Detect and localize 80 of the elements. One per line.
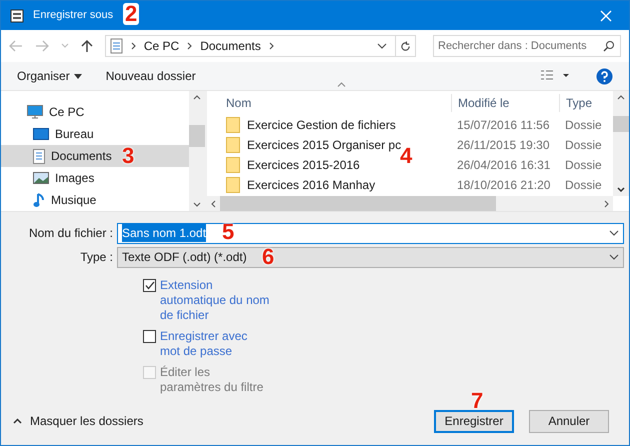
table-cell-text: Dossie xyxy=(564,157,603,174)
scrollbar-thumb[interactable] xyxy=(613,116,629,132)
navigation-item[interactable]: Images xyxy=(1,167,189,189)
save-document-icon xyxy=(9,8,25,24)
chevron-up-icon xyxy=(13,418,22,424)
chevron-icon xyxy=(130,42,136,50)
up-icon[interactable] xyxy=(80,39,93,53)
field-label: Nom du fichier : xyxy=(28,225,114,242)
scroll-up-icon[interactable] xyxy=(617,95,625,100)
folder-icon xyxy=(226,117,240,133)
table-cell-text: Dossie xyxy=(564,177,603,194)
new-folder-button[interactable]: Nouveau dossier xyxy=(106,67,196,85)
sort-ascending-icon xyxy=(337,82,346,87)
organize-menu-button[interactable]: Organiser xyxy=(17,67,82,85)
address-bar[interactable]: Ce PC Documents xyxy=(104,35,416,57)
window-title: Enregistrer sous xyxy=(33,8,114,24)
column-header[interactable]: Type xyxy=(559,94,607,112)
chevron-icon xyxy=(187,42,192,50)
field-label: Type : xyxy=(79,249,114,266)
table-cell-text: 26/11/2015 19:30 xyxy=(456,137,551,154)
folder-icon xyxy=(226,137,240,153)
scroll-left-icon[interactable] xyxy=(211,200,216,208)
table-cell-text: 18/10/2016 21:20 xyxy=(456,177,552,194)
dropdown-caret-icon[interactable] xyxy=(377,43,387,49)
annotation-number: 2 xyxy=(123,3,140,25)
annotation-number: 4 xyxy=(400,145,412,167)
music-note-icon xyxy=(33,192,45,208)
annotation-number: 5 xyxy=(222,221,234,243)
dropdown-caret-icon[interactable] xyxy=(609,254,619,260)
dropdown-caret-icon[interactable] xyxy=(609,230,619,236)
annotation-number: 3 xyxy=(122,145,134,167)
caret-icon xyxy=(74,74,82,78)
checkbox-label[interactable]: Enregistrer avec mot de passe xyxy=(160,329,270,359)
file-name[interactable]: Exercices 2015 Organiser pc xyxy=(247,136,402,154)
cancel-button[interactable]: Annuler xyxy=(529,410,609,432)
column-header[interactable]: Nom xyxy=(207,94,451,112)
search-field[interactable]: Rechercher dans : Documents xyxy=(433,35,621,57)
folder-icon xyxy=(226,177,240,193)
annotation-number: 6 xyxy=(262,246,274,268)
folder-icon xyxy=(226,157,240,173)
checkbox-label: Éditer les paramètres du filtre xyxy=(160,365,264,395)
document-icon xyxy=(33,148,45,164)
close-icon xyxy=(600,10,612,22)
scroll-right-icon[interactable] xyxy=(604,200,609,208)
scroll-down-icon[interactable] xyxy=(617,187,625,192)
scroll-down-icon[interactable] xyxy=(193,202,201,207)
image-icon xyxy=(33,172,49,184)
file-name[interactable]: Exercices 2016 Manhay xyxy=(247,176,376,194)
table-cell-text: Dossie xyxy=(564,117,603,134)
file-name[interactable]: Exercice Gestion de fichiers xyxy=(247,116,396,134)
save-button[interactable]: Enregistrer xyxy=(434,410,514,432)
column-header[interactable]: Modifié le xyxy=(451,94,559,112)
document-icon xyxy=(110,38,123,54)
scrollbar[interactable] xyxy=(613,91,629,196)
checkbox-label[interactable]: Extension automatique du nom de fichier xyxy=(160,278,270,323)
search-icon xyxy=(603,40,615,52)
scroll-up-icon[interactable] xyxy=(193,95,201,100)
file-name[interactable]: Exercices 2015-2016 xyxy=(247,156,360,174)
scrollbar-thumb[interactable] xyxy=(220,196,496,211)
annotation-number: 7 xyxy=(471,390,484,412)
breadcrumb[interactable]: Documents xyxy=(200,37,261,55)
table-cell-text: 15/07/2016 11:56 xyxy=(456,117,551,134)
hide-folders-button[interactable]: Masquer les dossiers xyxy=(13,412,144,430)
chevron-icon xyxy=(268,42,274,50)
checkbox[interactable] xyxy=(143,330,156,343)
scrollbar[interactable] xyxy=(207,196,613,211)
navigation-item[interactable]: Ce PC xyxy=(1,101,189,123)
table-cell-text: Dossie xyxy=(564,137,603,154)
navigation-item[interactable]: Musique xyxy=(1,189,189,211)
refresh-icon[interactable] xyxy=(400,40,411,52)
desktop-icon xyxy=(33,128,49,140)
scrollbar-thumb[interactable] xyxy=(189,125,205,147)
checkbox[interactable] xyxy=(143,279,156,292)
help-icon[interactable] xyxy=(596,68,613,84)
breadcrumb[interactable]: Ce PC xyxy=(144,37,180,55)
monitor-icon xyxy=(27,105,43,119)
table-cell-text: 26/04/2016 16:31 xyxy=(456,157,552,174)
scrollbar[interactable] xyxy=(189,91,205,211)
view-options-icon[interactable] xyxy=(540,70,572,82)
navigation-item[interactable]: Bureau xyxy=(1,123,189,145)
